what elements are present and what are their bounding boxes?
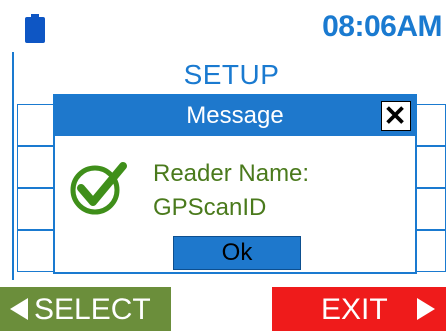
device-screen: 08:06AM SETUP Message Reader Name: GPSca… xyxy=(0,0,446,331)
close-icon xyxy=(386,106,404,124)
left-edge-divider xyxy=(12,52,14,280)
page-title: SETUP xyxy=(17,56,446,94)
dialog-title: Message xyxy=(55,96,415,136)
exit-label: EXIT xyxy=(321,293,388,326)
arrow-left-icon xyxy=(10,298,28,320)
exit-button[interactable]: EXIT xyxy=(272,287,446,331)
close-button[interactable] xyxy=(381,101,411,131)
select-button[interactable]: SELECT xyxy=(0,287,171,331)
message-line-1: Reader Name: xyxy=(153,160,310,187)
ok-button[interactable]: Ok xyxy=(173,236,301,270)
arrow-right-icon xyxy=(417,298,435,320)
message-dialog: Message Reader Name: GPScanID Ok xyxy=(53,94,417,274)
check-circle-icon xyxy=(70,162,127,215)
message-line-2: GPScanID xyxy=(153,194,267,221)
select-label: SELECT xyxy=(34,293,151,326)
status-bar: 08:06AM xyxy=(0,0,446,54)
clock-time: 08:06AM xyxy=(322,10,442,43)
battery-icon xyxy=(25,14,45,43)
